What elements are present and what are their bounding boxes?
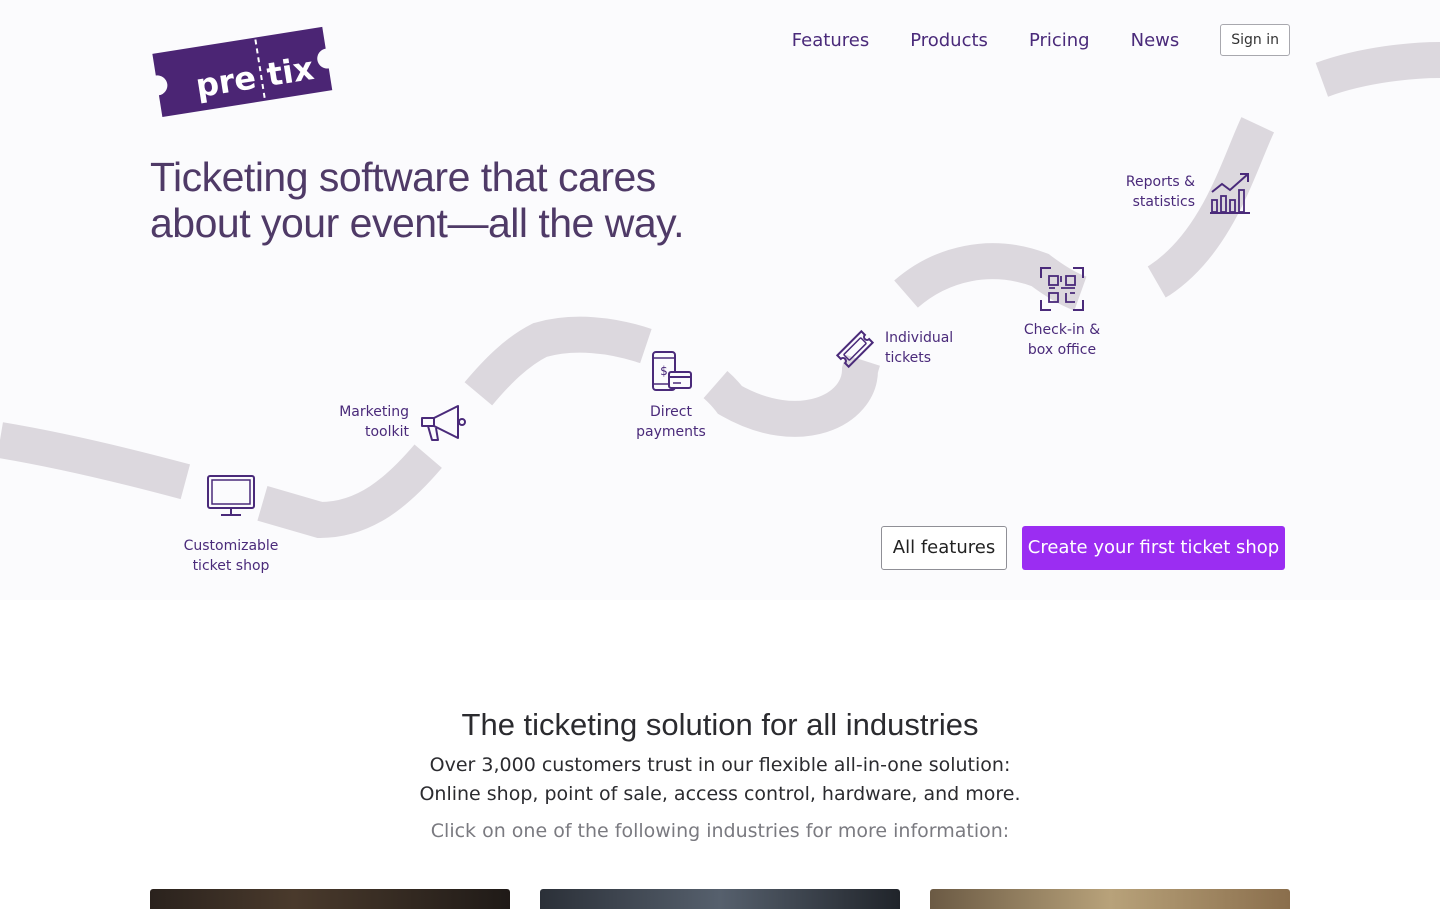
feature-checkin-label-1: Check-in & (1023, 322, 1101, 338)
feature-ticket-shop[interactable]: Customizable ticket shop (180, 474, 282, 576)
pretix-logo[interactable]: pre tix (148, 18, 336, 122)
ticket-icon (835, 329, 875, 369)
svg-text:$: $ (660, 364, 668, 378)
hero-section: pre tix Features Products Pricing News S… (0, 0, 1440, 600)
feature-marketing[interactable]: Marketing toolkit (336, 402, 472, 446)
monitor-icon (207, 475, 255, 516)
feature-payments-label-1: Direct (650, 404, 692, 420)
chart-growth-icon (1210, 173, 1250, 214)
industry-card[interactable] (930, 889, 1290, 909)
feature-tickets-label-1: Individual (885, 330, 954, 346)
sign-in-button[interactable]: Sign in (1220, 24, 1290, 56)
industries-section: The ticketing solution for all industrie… (0, 600, 1440, 909)
nav-products[interactable]: Products (910, 30, 988, 51)
hero-headline-line1: Ticketing software that cares (150, 154, 656, 200)
all-features-button[interactable]: All features (881, 526, 1007, 570)
feature-ticket-shop-label-2: ticket shop (192, 558, 270, 574)
feature-reports-label-2: statistics (1132, 194, 1195, 210)
feature-tickets[interactable]: Individual tickets (832, 326, 962, 372)
nav-news[interactable]: News (1131, 30, 1180, 51)
industries-hint: Click on one of the following industries… (430, 820, 1010, 842)
industry-card[interactable] (150, 889, 510, 909)
megaphone-icon (421, 405, 466, 441)
feature-checkin-label-2: box office (1027, 342, 1097, 358)
feature-reports-label-1: Reports & (1125, 174, 1195, 190)
industries-subtitle: Over 3,000 customers trust in our flexib… (0, 751, 1440, 809)
feature-reports[interactable]: Reports & statistics (1118, 170, 1254, 216)
feature-payments[interactable]: $ Direct payments (626, 350, 716, 442)
nav-features[interactable]: Features (792, 30, 869, 51)
main-nav: Features Products Pricing News Sign in (792, 24, 1290, 56)
feature-ticket-shop-label-1: Customizable (183, 538, 279, 554)
industries-subtitle-line1: Over 3,000 customers trust in our flexib… (429, 754, 1011, 776)
hero-headline: Ticketing software that cares about your… (150, 154, 770, 246)
industries-title: The ticketing solution for all industrie… (461, 707, 979, 742)
feature-marketing-label-2: toolkit (365, 424, 409, 440)
create-ticket-shop-button[interactable]: Create your first ticket shop (1022, 526, 1285, 570)
feature-tickets-label-2: tickets (885, 350, 932, 366)
logo-text-tix: tix (264, 49, 317, 94)
hero-headline-line2: about your event—all the way. (150, 200, 685, 246)
qr-code-icon (1040, 267, 1084, 311)
industry-card[interactable] (540, 889, 900, 909)
feature-marketing-label-1: Marketing (339, 404, 409, 420)
nav-pricing[interactable]: Pricing (1029, 30, 1090, 51)
feature-payments-label-2: payments (636, 424, 706, 440)
industries-subtitle-line2: Online shop, point of sale, access contr… (419, 783, 1021, 805)
feature-checkin[interactable]: Check-in & box office (1020, 266, 1104, 360)
phone-payment-icon: $ (652, 351, 692, 391)
